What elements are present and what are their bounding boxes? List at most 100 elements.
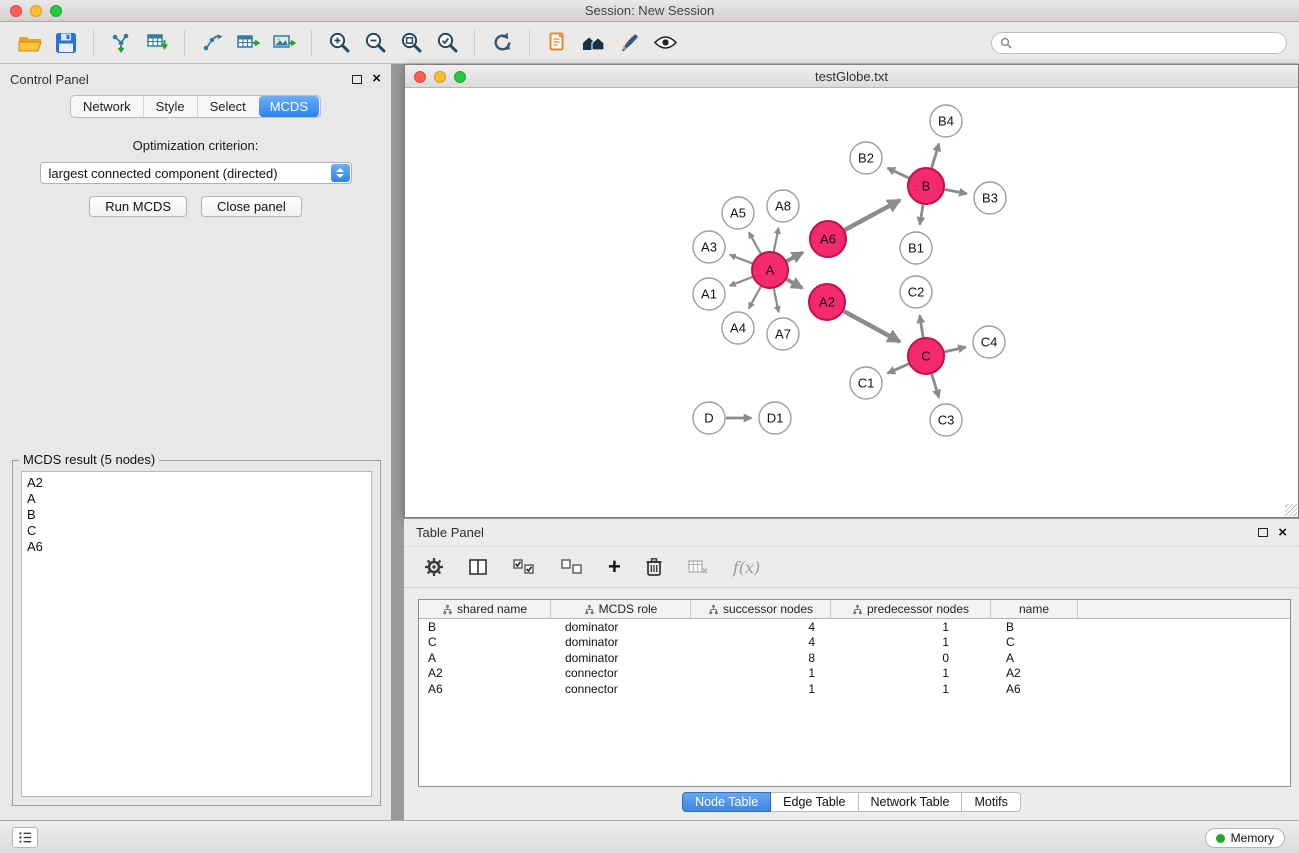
export-network-button[interactable] [194, 28, 230, 58]
table-settings-button[interactable] [424, 557, 444, 577]
float-panel-icon[interactable] [352, 75, 362, 84]
tab-edge-table[interactable]: Edge Table [771, 792, 858, 812]
tab-select[interactable]: Select [197, 96, 258, 117]
tab-mcds[interactable]: MCDS [259, 96, 319, 117]
column-header-shared-name[interactable]: shared name [419, 600, 551, 618]
save-session-button[interactable] [48, 28, 84, 58]
open-session-button[interactable] [12, 28, 48, 58]
graph-edge-A2-C[interactable] [844, 311, 900, 342]
graph-node-D1[interactable]: D1 [759, 402, 791, 434]
tab-style[interactable]: Style [143, 96, 197, 117]
import-network-button[interactable] [103, 28, 139, 58]
clone-network-button[interactable] [539, 28, 575, 58]
cell-shared-name[interactable]: A2 [419, 666, 551, 680]
home-views-button[interactable] [575, 28, 611, 58]
graph-node-A5[interactable]: A5 [722, 197, 754, 229]
search-input[interactable] [1017, 36, 1278, 50]
zoom-in-button[interactable] [321, 28, 357, 58]
close-table-panel-icon[interactable]: × [1278, 527, 1287, 539]
zoom-fit-button[interactable] [393, 28, 429, 58]
graph-node-B4[interactable]: B4 [930, 105, 962, 137]
column-header-successor-nodes[interactable]: successor nodes [691, 600, 831, 618]
graph-node-A7[interactable]: A7 [767, 318, 799, 350]
graph-node-A[interactable]: A [752, 252, 788, 288]
delete-column-button[interactable] [645, 557, 663, 577]
result-item[interactable]: B [27, 507, 366, 523]
table-row[interactable]: A6 connector 1 1 A6 [419, 681, 1290, 697]
table-row[interactable]: A dominator 8 0 A [419, 650, 1290, 666]
result-item[interactable]: A2 [27, 475, 366, 491]
cell-successors[interactable]: 4 [691, 620, 831, 634]
task-history-button[interactable] [12, 827, 38, 848]
tab-motifs[interactable]: Motifs [962, 792, 1020, 812]
cell-name[interactable]: B [991, 620, 1078, 634]
zoom-out-button[interactable] [357, 28, 393, 58]
add-column-button[interactable]: + [608, 557, 621, 577]
graph-edge-B-B3[interactable] [945, 190, 967, 194]
export-image-button[interactable] [266, 28, 302, 58]
memory-button[interactable]: Memory [1205, 828, 1285, 848]
function-builder-button[interactable]: f(x) [733, 558, 760, 577]
tab-node-table[interactable]: Node Table [682, 792, 771, 812]
close-panel-icon[interactable]: × [372, 73, 381, 85]
graph-node-B3[interactable]: B3 [974, 182, 1006, 214]
show-columns-button[interactable] [468, 558, 488, 576]
graph-node-C4[interactable]: C4 [973, 326, 1005, 358]
network-canvas[interactable]: B4B2BB3A5A8A6A3B1AA1A2C2A4A7C4CC1C3DD1 [405, 88, 1298, 517]
result-item[interactable]: A [27, 491, 366, 507]
cell-shared-name[interactable]: A6 [419, 682, 551, 696]
graph-edge-A-A5[interactable] [749, 232, 761, 253]
cell-shared-name[interactable]: C [419, 635, 551, 649]
graph-node-C2[interactable]: C2 [900, 276, 932, 308]
cell-predecessors[interactable]: 0 [831, 651, 991, 665]
refresh-layout-button[interactable] [484, 28, 520, 58]
cell-mcds-role[interactable]: connector [551, 666, 691, 680]
column-header-name[interactable]: name [991, 600, 1078, 618]
table-row[interactable]: B dominator 4 1 B [419, 619, 1290, 635]
table-row[interactable]: A2 connector 1 1 A2 [419, 666, 1290, 682]
cell-shared-name[interactable]: A [419, 651, 551, 665]
delete-table-button[interactable] [687, 558, 709, 576]
mcds-result-list[interactable]: A2 A B C A6 [21, 471, 372, 797]
cell-shared-name[interactable]: B [419, 620, 551, 634]
graph-edge-A6-B[interactable] [845, 200, 900, 230]
graph-edge-A-A8[interactable] [774, 228, 779, 252]
cell-predecessors[interactable]: 1 [831, 666, 991, 680]
deselect-all-button[interactable] [560, 558, 584, 576]
graph-edge-C-C3[interactable] [932, 374, 939, 397]
graph-edge-A-A1[interactable] [730, 277, 753, 286]
graph-node-C3[interactable]: C3 [930, 404, 962, 436]
graph-edge-A-A6[interactable] [787, 253, 803, 262]
select-all-button[interactable] [512, 558, 536, 576]
graph-node-B1[interactable]: B1 [900, 232, 932, 264]
graph-edge-A-A2[interactable] [787, 279, 803, 288]
cell-predecessors[interactable]: 1 [831, 682, 991, 696]
cell-name[interactable]: A [991, 651, 1078, 665]
result-item[interactable]: C [27, 523, 366, 539]
result-item[interactable]: A6 [27, 539, 366, 555]
cell-mcds-role[interactable]: dominator [551, 620, 691, 634]
search-field[interactable] [991, 32, 1287, 54]
network-graph[interactable]: B4B2BB3A5A8A6A3B1AA1A2C2A4A7C4CC1C3DD1 [405, 88, 1298, 517]
graph-edge-A-A3[interactable] [730, 255, 752, 263]
tab-network-table[interactable]: Network Table [859, 792, 963, 812]
cell-name[interactable]: C [991, 635, 1078, 649]
cell-successors[interactable]: 1 [691, 666, 831, 680]
style-brush-button[interactable] [611, 28, 647, 58]
optimization-criterion-dropdown[interactable]: largest connected component (directed) [40, 162, 352, 184]
column-header-predecessor-nodes[interactable]: predecessor nodes [831, 600, 991, 618]
table-row[interactable]: C dominator 4 1 C [419, 635, 1290, 651]
graph-node-A4[interactable]: A4 [722, 312, 754, 344]
float-table-panel-icon[interactable] [1258, 528, 1268, 537]
window-resize-grip[interactable] [1285, 504, 1297, 516]
cell-mcds-role[interactable]: connector [551, 682, 691, 696]
cell-mcds-role[interactable]: dominator [551, 635, 691, 649]
graph-edge-A-A4[interactable] [749, 287, 761, 309]
cell-predecessors[interactable]: 1 [831, 620, 991, 634]
cell-name[interactable]: A6 [991, 682, 1078, 696]
graph-node-A1[interactable]: A1 [693, 278, 725, 310]
graph-node-A8[interactable]: A8 [767, 190, 799, 222]
export-table-button[interactable] [230, 28, 266, 58]
cell-name[interactable]: A2 [991, 666, 1078, 680]
import-table-button[interactable] [139, 28, 175, 58]
